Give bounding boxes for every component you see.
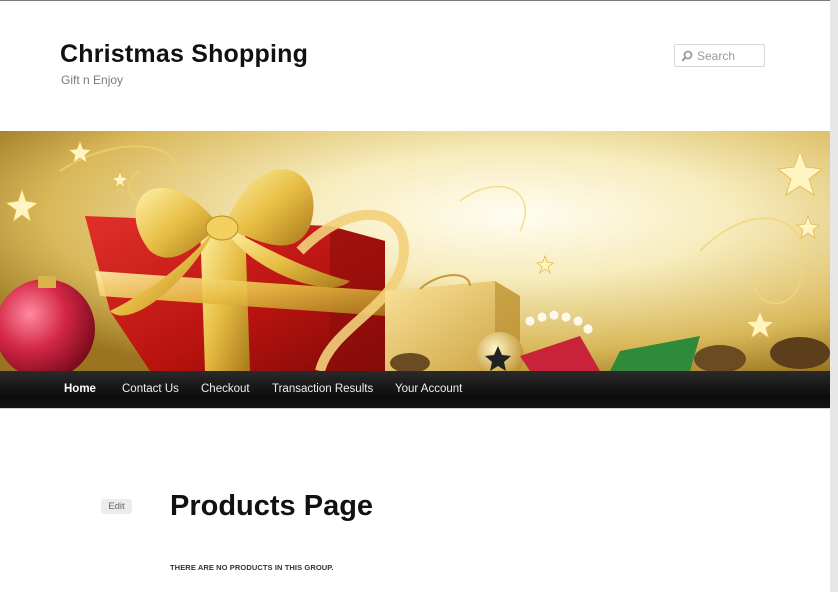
scrollbar[interactable] xyxy=(830,0,838,592)
nav-item-checkout[interactable]: Checkout xyxy=(201,383,250,395)
site-tagline: Gift n Enjoy xyxy=(61,73,124,87)
nav-item-home[interactable]: Home xyxy=(64,383,96,395)
header-banner-image[interactable] xyxy=(0,131,830,371)
edit-link[interactable]: Edit xyxy=(101,499,132,514)
window-top-border xyxy=(0,0,838,1)
empty-products-message: There are no products in this group. xyxy=(170,563,334,572)
nav-item-contact-us[interactable]: Contact Us xyxy=(122,383,179,395)
search-box[interactable] xyxy=(674,44,765,67)
nav-item-your-account[interactable]: Your Account xyxy=(395,383,462,395)
nav-item-transaction-results[interactable]: Transaction Results xyxy=(272,383,373,395)
gift-banner-image xyxy=(0,131,830,371)
search-input[interactable] xyxy=(697,47,763,64)
search-icon xyxy=(681,50,693,62)
main-navigation: Home Contact Us Checkout Transaction Res… xyxy=(0,371,830,409)
page-title: Products Page xyxy=(170,490,374,522)
site-title[interactable]: Christmas Shopping xyxy=(60,40,308,69)
